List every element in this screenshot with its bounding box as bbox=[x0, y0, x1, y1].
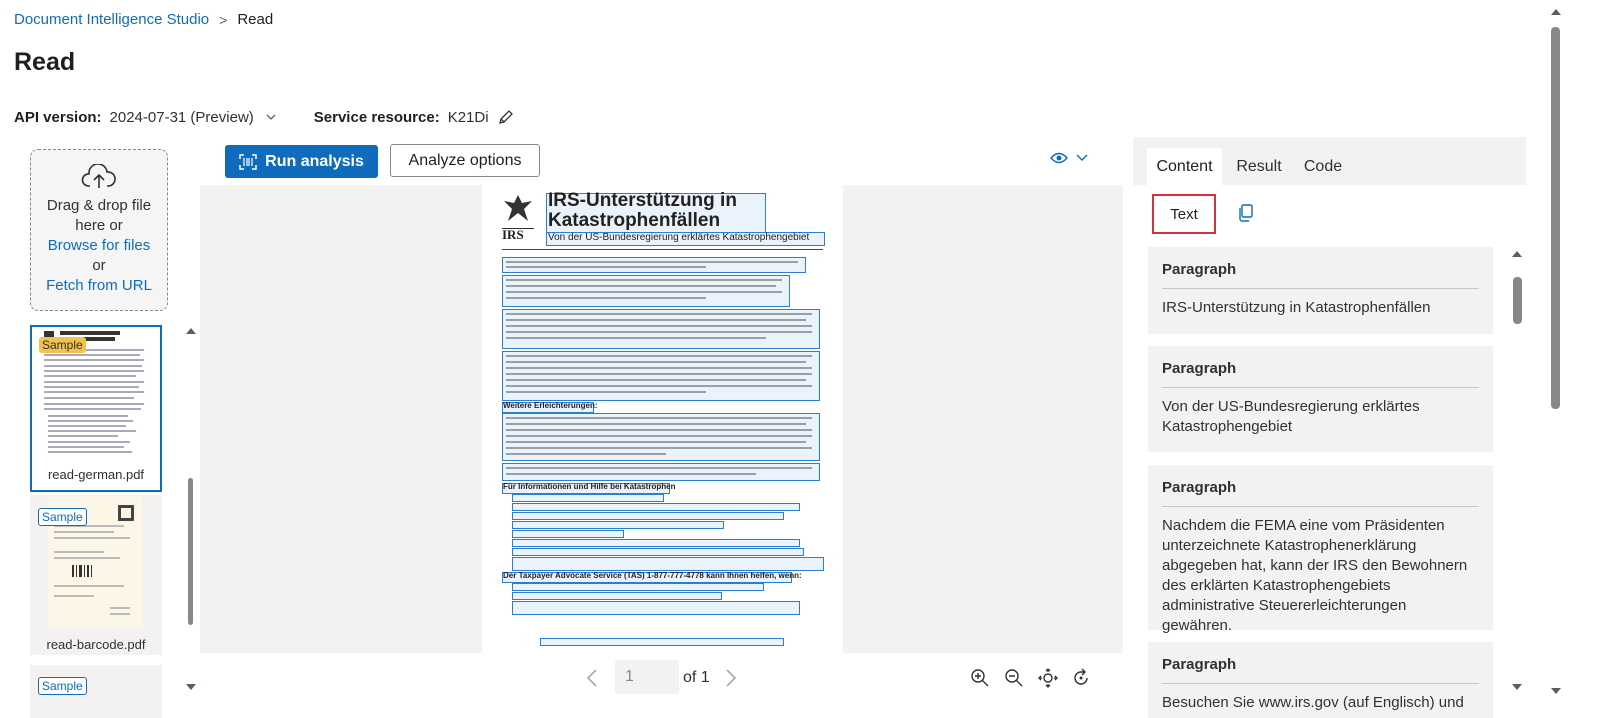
doc-list-item-box[interactable] bbox=[512, 539, 800, 547]
doc-list-item-box[interactable] bbox=[512, 494, 664, 502]
dropzone-or: or bbox=[92, 257, 106, 274]
paragraph-heading: Paragraph bbox=[1162, 346, 1479, 388]
file-thumbnail-read-barcode[interactable]: Sample read-barcode.pdf bbox=[30, 495, 162, 655]
dropzone-text-1: Drag & drop file bbox=[46, 197, 152, 214]
service-resource-value: K21Di bbox=[447, 108, 489, 126]
chevron-down-icon bbox=[1076, 154, 1088, 161]
file-name: read-barcode.pdf bbox=[46, 637, 146, 652]
scroll-up-arrow-icon[interactable] bbox=[1512, 251, 1522, 257]
doc-divider bbox=[502, 249, 823, 250]
doc-title-line2: Katastrophenfällen bbox=[548, 210, 721, 231]
doc-section-heading: Weitere Erleichterungen: bbox=[503, 401, 598, 410]
doc-list-item-box[interactable] bbox=[512, 521, 724, 529]
scroll-up-arrow-icon[interactable] bbox=[1551, 9, 1561, 15]
tab-result[interactable]: Result bbox=[1232, 148, 1286, 185]
analyze-options-button[interactable]: Analyze options bbox=[390, 144, 540, 177]
window-scrollbar[interactable] bbox=[1551, 27, 1560, 409]
paragraph-card[interactable]: Paragraph Von der US-Bundesregierung erk… bbox=[1148, 346, 1493, 452]
page-title: Read bbox=[14, 48, 76, 76]
paragraph-text: Von der US-Bundesregierung erklärtes Kat… bbox=[1162, 398, 1420, 435]
edit-pencil-icon[interactable] bbox=[497, 108, 515, 126]
zoom-in-icon[interactable] bbox=[970, 668, 990, 688]
browse-files-link[interactable]: Browse for files bbox=[31, 236, 167, 256]
doc-paragraph-box[interactable] bbox=[502, 257, 806, 273]
api-version-dropdown[interactable]: 2024-07-31 (Preview) bbox=[110, 109, 254, 126]
paragraph-heading: Paragraph bbox=[1162, 465, 1479, 507]
paragraph-text: IRS-Unterstützung in Katastrophenfällen bbox=[1162, 299, 1431, 316]
breadcrumb-separator: > bbox=[219, 11, 228, 28]
eagle-logo-icon bbox=[504, 195, 532, 221]
doc-title-line1: IRS-Unterstützung in bbox=[548, 190, 737, 211]
paragraph-text: Nachdem die FEMA eine vom Präsidenten un… bbox=[1162, 517, 1468, 634]
fetch-from-url-link[interactable]: Fetch from URL bbox=[31, 276, 167, 296]
service-resource-label: Service resource: bbox=[313, 108, 440, 126]
next-page-icon[interactable] bbox=[725, 669, 737, 687]
doc-list-item-box[interactable] bbox=[512, 530, 624, 538]
sample-badge: Sample bbox=[38, 677, 87, 695]
service-resource: Service resource: K21Di bbox=[314, 108, 515, 126]
irs-logo: IRS bbox=[502, 193, 534, 241]
api-version-label: API version: bbox=[14, 108, 102, 126]
sample-badge: Sample bbox=[38, 508, 87, 526]
previous-page-icon[interactable] bbox=[586, 669, 598, 687]
doc-subtitle: Von der US-Bundesregierung erklärtes Kat… bbox=[548, 232, 810, 243]
tab-code[interactable]: Code bbox=[1298, 148, 1348, 185]
scroll-down-arrow-icon[interactable] bbox=[1512, 684, 1522, 690]
doc-paragraph-box[interactable] bbox=[502, 309, 820, 349]
paragraph-card[interactable]: Paragraph Nachdem die FEMA eine vom Präs… bbox=[1148, 465, 1493, 634]
scroll-up-arrow-icon[interactable] bbox=[186, 328, 196, 334]
doc-list-item-box[interactable] bbox=[512, 601, 800, 615]
doc-list-item-box[interactable] bbox=[512, 548, 804, 556]
chevron-down-icon[interactable] bbox=[266, 112, 276, 122]
run-analysis-button[interactable]: Run analysis bbox=[225, 145, 378, 178]
irs-logo-text: IRS bbox=[502, 228, 534, 241]
scan-icon bbox=[239, 153, 257, 170]
text-view-button[interactable]: Text bbox=[1152, 194, 1216, 234]
document-page: IRS IRS-Unterstützung in Katastrophenfäl… bbox=[482, 185, 843, 653]
doc-list-item-box[interactable] bbox=[512, 557, 824, 571]
rotate-icon[interactable] bbox=[1071, 668, 1091, 688]
file-dropzone[interactable]: Drag & drop file here or Browse for file… bbox=[30, 149, 168, 311]
file-list-scrollbar[interactable] bbox=[188, 478, 193, 625]
scroll-down-arrow-icon[interactable] bbox=[1551, 688, 1561, 694]
doc-section-heading: Der Taxpayer Advocate Service (TAS) 1-87… bbox=[503, 571, 802, 580]
run-analysis-label: Run analysis bbox=[265, 152, 364, 170]
paragraph-heading: Paragraph bbox=[1162, 642, 1479, 684]
tab-content[interactable]: Content bbox=[1147, 148, 1222, 185]
file-name: read-german.pdf bbox=[47, 467, 145, 482]
breadcrumb-current: Read bbox=[237, 11, 274, 28]
page-count: of 1 bbox=[683, 669, 710, 686]
paragraph-text: Besuchen Sie www.irs.gov (auf Englisch) … bbox=[1162, 694, 1464, 711]
paragraph-card[interactable]: Paragraph IRS-Unterstützung in Katastrop… bbox=[1148, 247, 1493, 334]
doc-section-heading: Für Informationen und Hilfe bei Katastro… bbox=[503, 482, 676, 491]
doc-paragraph-box[interactable] bbox=[502, 351, 820, 401]
cloud-upload-icon bbox=[81, 163, 116, 188]
paragraph-card[interactable]: Paragraph Besuchen Sie www.irs.gov (auf … bbox=[1148, 642, 1493, 718]
doc-list-item-box[interactable] bbox=[512, 512, 784, 520]
api-settings-row: API version: 2024-07-31 (Preview) Servic… bbox=[14, 108, 515, 126]
dropzone-text-2: here or bbox=[75, 217, 123, 234]
breadcrumb: Document Intelligence Studio > Read bbox=[14, 11, 273, 28]
eye-icon bbox=[1050, 152, 1068, 164]
file-thumbnail-3[interactable]: Sample bbox=[30, 665, 162, 718]
copy-icon[interactable] bbox=[1237, 204, 1253, 222]
doc-list-item-box[interactable] bbox=[512, 503, 800, 511]
sample-badge: Sample bbox=[39, 337, 86, 353]
scroll-down-arrow-icon[interactable] bbox=[186, 684, 196, 690]
doc-list-item-box[interactable] bbox=[512, 583, 764, 591]
doc-paragraph-box[interactable] bbox=[502, 463, 820, 481]
zoom-out-icon[interactable] bbox=[1004, 668, 1024, 688]
doc-footer-box[interactable] bbox=[540, 638, 784, 646]
breadcrumb-studio-link[interactable]: Document Intelligence Studio bbox=[14, 11, 209, 28]
view-toggle[interactable] bbox=[1050, 152, 1088, 164]
file-thumbnail-read-german[interactable]: Sample read-german.pdf bbox=[30, 325, 162, 492]
paragraph-heading: Paragraph bbox=[1162, 247, 1479, 289]
page-number-input[interactable]: 1 bbox=[615, 660, 679, 694]
results-scrollbar[interactable] bbox=[1513, 277, 1522, 324]
doc-list-item-box[interactable] bbox=[512, 592, 722, 600]
fit-page-icon[interactable] bbox=[1038, 668, 1058, 688]
